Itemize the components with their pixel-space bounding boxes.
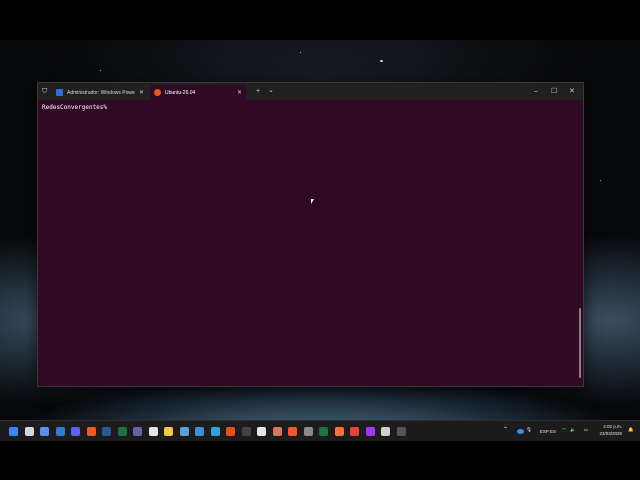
terminal-prompt[interactable]: RedesConvergentes%: [42, 104, 107, 111]
brave-alt-icon[interactable]: [288, 427, 297, 436]
excel-alt-icon[interactable]: [319, 427, 328, 436]
files-icon[interactable]: [164, 427, 173, 436]
messenger-icon[interactable]: [365, 427, 375, 436]
notification-bell-icon[interactable]: 🔔: [628, 427, 634, 433]
mouse-pointer-icon: [311, 199, 314, 204]
maximize-button[interactable]: ☐: [551, 86, 557, 97]
terminal-icon[interactable]: [241, 427, 251, 436]
vscode-icon[interactable]: [55, 427, 65, 436]
chevron-up-icon[interactable]: ⌃: [503, 426, 508, 433]
start-icon[interactable]: [9, 427, 18, 436]
search-icon[interactable]: [24, 427, 34, 436]
taskbar: ⌃ 🎙 ESP ES ◠ 🔈 ▭ 4:02 p.m. 23/03/2026 🔔: [0, 420, 640, 441]
chevron-down-icon[interactable]: ⌄: [268, 85, 274, 96]
brave-icon[interactable]: [86, 427, 96, 436]
edge-icon[interactable]: [210, 427, 220, 436]
tab-label: Administrador: Windows Powe: [67, 89, 135, 96]
wifi-icon[interactable]: ◠: [562, 427, 566, 433]
close-window-button[interactable]: ✕: [569, 86, 575, 97]
terminal-alt-icon[interactable]: [396, 427, 406, 436]
store-icon[interactable]: [303, 427, 313, 436]
security-icon[interactable]: [195, 427, 204, 436]
doc-icon[interactable]: [381, 427, 390, 436]
clock-time[interactable]: 4:02 p.m.: [603, 424, 622, 429]
volume-icon[interactable]: 🔈: [570, 427, 576, 433]
notion-icon[interactable]: [257, 427, 266, 436]
onedrive-icon[interactable]: [517, 429, 524, 434]
gitbash-icon[interactable]: [226, 427, 235, 436]
close-icon[interactable]: ✕: [237, 89, 242, 96]
mic-icon[interactable]: 🎙: [526, 427, 532, 433]
new-tab-button[interactable]: +: [256, 86, 260, 97]
photos-icon[interactable]: [179, 427, 189, 436]
discord-icon[interactable]: [71, 427, 80, 436]
tab-ubuntu[interactable]: Ubuntu-26.04 ✕: [150, 85, 246, 100]
window-titlebar[interactable]: ⛉ Administrador: Windows Powe ✕ Ubuntu-2…: [38, 83, 583, 100]
terminal-window[interactable]: ⛉ Administrador: Windows Powe ✕ Ubuntu-2…: [37, 82, 584, 387]
clock-date[interactable]: 23/03/2026: [599, 431, 622, 436]
battery-icon[interactable]: ▭: [584, 427, 588, 433]
minimize-button[interactable]: –: [534, 86, 538, 97]
shield-icon: ⛉: [42, 88, 48, 95]
close-icon[interactable]: ✕: [139, 89, 144, 96]
ubuntu-icon: [154, 89, 161, 96]
tab-label: Ubuntu-26.04: [165, 89, 196, 96]
excel-icon[interactable]: [117, 427, 127, 436]
powershell-icon: [56, 89, 63, 96]
teams-icon[interactable]: [133, 427, 142, 436]
scrollbar[interactable]: [579, 308, 581, 378]
chrome-icon[interactable]: [350, 427, 359, 436]
tab-powershell[interactable]: Administrador: Windows Powe ✕: [52, 85, 148, 100]
claude-icon[interactable]: [272, 427, 282, 436]
word-icon[interactable]: [102, 427, 111, 436]
github-icon[interactable]: [148, 427, 158, 436]
firefox-icon[interactable]: [334, 427, 344, 436]
copilot-icon[interactable]: [40, 427, 49, 436]
language-indicator[interactable]: ESP ES: [540, 429, 556, 434]
